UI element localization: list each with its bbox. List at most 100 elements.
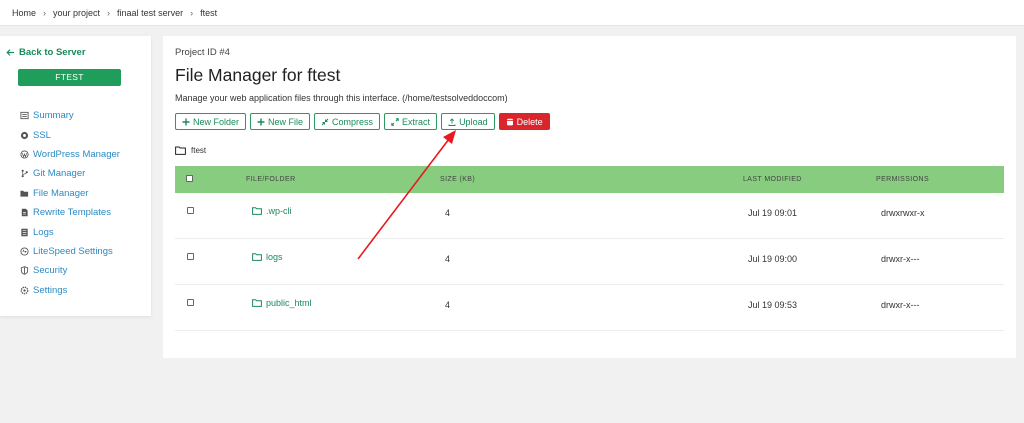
file-name[interactable]: public_html	[252, 298, 312, 308]
row-checkbox[interactable]	[187, 299, 194, 306]
column-header-name[interactable]: FILE/FOLDER	[246, 176, 296, 183]
sidebar: Back to Server FTEST Summary SSL WordPre…	[0, 36, 151, 316]
folder-open-icon	[20, 190, 29, 197]
upload-icon	[448, 117, 456, 126]
file-modified: Jul 19 09:01	[748, 208, 798, 218]
rewrite-icon	[21, 208, 28, 217]
ssl-icon	[20, 131, 29, 139]
trash-icon	[506, 118, 513, 125]
sidebar-item-label: WordPress Manager	[33, 148, 120, 160]
upload-button[interactable]: Upload	[441, 113, 495, 130]
file-size: 4	[445, 300, 451, 310]
breadcrumb-current: ftest	[200, 8, 218, 18]
git-icon	[21, 170, 28, 178]
file-name-label: logs	[266, 252, 283, 262]
file-size: 4	[445, 208, 451, 218]
folder-icon	[252, 253, 262, 261]
sidebar-item-summary[interactable]: Summary	[20, 106, 120, 125]
wordpress-icon	[20, 150, 29, 159]
top-bar: Home › your project › finaal test server…	[0, 0, 1024, 26]
compress-icon	[321, 118, 329, 125]
table-row[interactable]: logs 4 Jul 19 09:00 drwxr-x---	[175, 239, 1004, 285]
summary-icon	[20, 112, 29, 120]
arrow-left-icon	[6, 49, 15, 56]
file-size: 4	[445, 254, 451, 264]
sidebar-item-git[interactable]: Git Manager	[20, 164, 120, 183]
new-file-button[interactable]: New File	[250, 113, 311, 130]
plus-icon	[257, 118, 265, 125]
sidebar-item-ssl[interactable]: SSL	[20, 125, 120, 144]
project-id: Project ID #4	[175, 47, 230, 58]
file-name[interactable]: .wp-cli	[252, 206, 292, 216]
new-folder-label: New Folder	[193, 116, 240, 127]
breadcrumb-server[interactable]: finaal test server	[117, 8, 183, 18]
file-permissions: drwxr-x---	[881, 300, 920, 310]
delete-button[interactable]: Delete	[498, 113, 550, 130]
folder-icon	[175, 146, 186, 155]
page-description: Manage your web application files throug…	[175, 93, 508, 103]
sidebar-menu: Summary SSL WordPress Manager Git Manage…	[20, 106, 120, 300]
plus-icon	[182, 118, 190, 125]
breadcrumb-project[interactable]: your project	[53, 8, 100, 18]
settings-icon	[20, 286, 29, 295]
row-checkbox[interactable]	[187, 253, 194, 260]
extract-button[interactable]: Extract	[384, 113, 438, 130]
file-permissions: drwxr-x---	[881, 254, 920, 264]
sidebar-item-label: Logs	[33, 226, 54, 238]
column-header-size[interactable]: SIZE (KB)	[440, 176, 475, 183]
column-header-modified[interactable]: LAST MODIFIED	[743, 176, 802, 183]
delete-label: Delete	[516, 116, 543, 127]
current-path-label: ftest	[191, 146, 207, 155]
sidebar-item-wordpress[interactable]: WordPress Manager	[20, 145, 120, 164]
sidebar-item-file-manager[interactable]: File Manager	[20, 184, 120, 203]
breadcrumb-separator: ›	[190, 8, 194, 18]
litespeed-icon	[20, 247, 29, 256]
breadcrumb-home[interactable]: Home	[12, 8, 36, 18]
sidebar-item-label: Rewrite Templates	[33, 207, 111, 219]
file-manager-panel: Project ID #4 File Manager for ftest Man…	[163, 36, 1016, 358]
compress-button[interactable]: Compress	[314, 113, 381, 130]
file-permissions: drwxrwxr-x	[881, 208, 925, 218]
compress-label: Compress	[332, 116, 374, 127]
sidebar-item-rewrite-templates[interactable]: Rewrite Templates	[20, 203, 120, 222]
sidebar-item-settings[interactable]: Settings	[20, 281, 120, 300]
sidebar-item-logs[interactable]: Logs	[20, 222, 120, 241]
new-folder-button[interactable]: New Folder	[175, 113, 247, 130]
table-header: FILE/FOLDER SIZE (KB) LAST MODIFIED PERM…	[175, 166, 1004, 193]
sidebar-item-litespeed[interactable]: LiteSpeed Settings	[20, 242, 120, 261]
sidebar-item-security[interactable]: Security	[20, 261, 120, 280]
column-header-permissions[interactable]: PERMISSIONS	[876, 176, 929, 183]
breadcrumb-separator: ›	[43, 8, 47, 18]
file-toolbar: New Folder New File Compress Extract Upl…	[175, 113, 550, 130]
sidebar-item-label: File Manager	[33, 187, 89, 199]
back-to-server-label: Back to Server	[19, 47, 86, 58]
logs-icon	[21, 228, 28, 236]
select-all-checkbox[interactable]	[186, 175, 193, 182]
row-checkbox[interactable]	[187, 207, 194, 214]
folder-icon	[252, 207, 262, 215]
sidebar-item-label: Git Manager	[33, 168, 86, 180]
file-modified: Jul 19 09:00	[748, 254, 798, 264]
sidebar-item-label: Security	[33, 265, 68, 277]
server-name-button[interactable]: FTEST	[18, 69, 121, 86]
sidebar-item-label: Summary	[33, 110, 74, 122]
file-modified: Jul 19 09:53	[748, 300, 798, 310]
sidebar-item-label: Settings	[33, 284, 68, 296]
extract-label: Extract	[402, 116, 431, 127]
breadcrumb: Home › your project › finaal test server…	[12, 8, 217, 18]
current-path[interactable]: ftest	[175, 146, 206, 155]
table-row[interactable]: public_html 4 Jul 19 09:53 drwxr-x---	[175, 285, 1004, 331]
table-row[interactable]: .wp-cli 4 Jul 19 09:01 drwxrwxr-x	[175, 193, 1004, 239]
new-file-label: New File	[268, 116, 304, 127]
sidebar-item-label: SSL	[33, 129, 51, 141]
file-name-label: .wp-cli	[266, 206, 292, 216]
breadcrumb-separator: ›	[107, 8, 111, 18]
expand-icon	[391, 117, 399, 126]
upload-label: Upload	[459, 116, 488, 127]
file-name-label: public_html	[266, 298, 312, 308]
sidebar-item-label: LiteSpeed Settings	[33, 245, 113, 257]
file-name[interactable]: logs	[252, 252, 283, 262]
security-icon	[20, 266, 29, 276]
page-title: File Manager for ftest	[175, 65, 341, 85]
back-to-server-link[interactable]: Back to Server	[6, 47, 86, 58]
